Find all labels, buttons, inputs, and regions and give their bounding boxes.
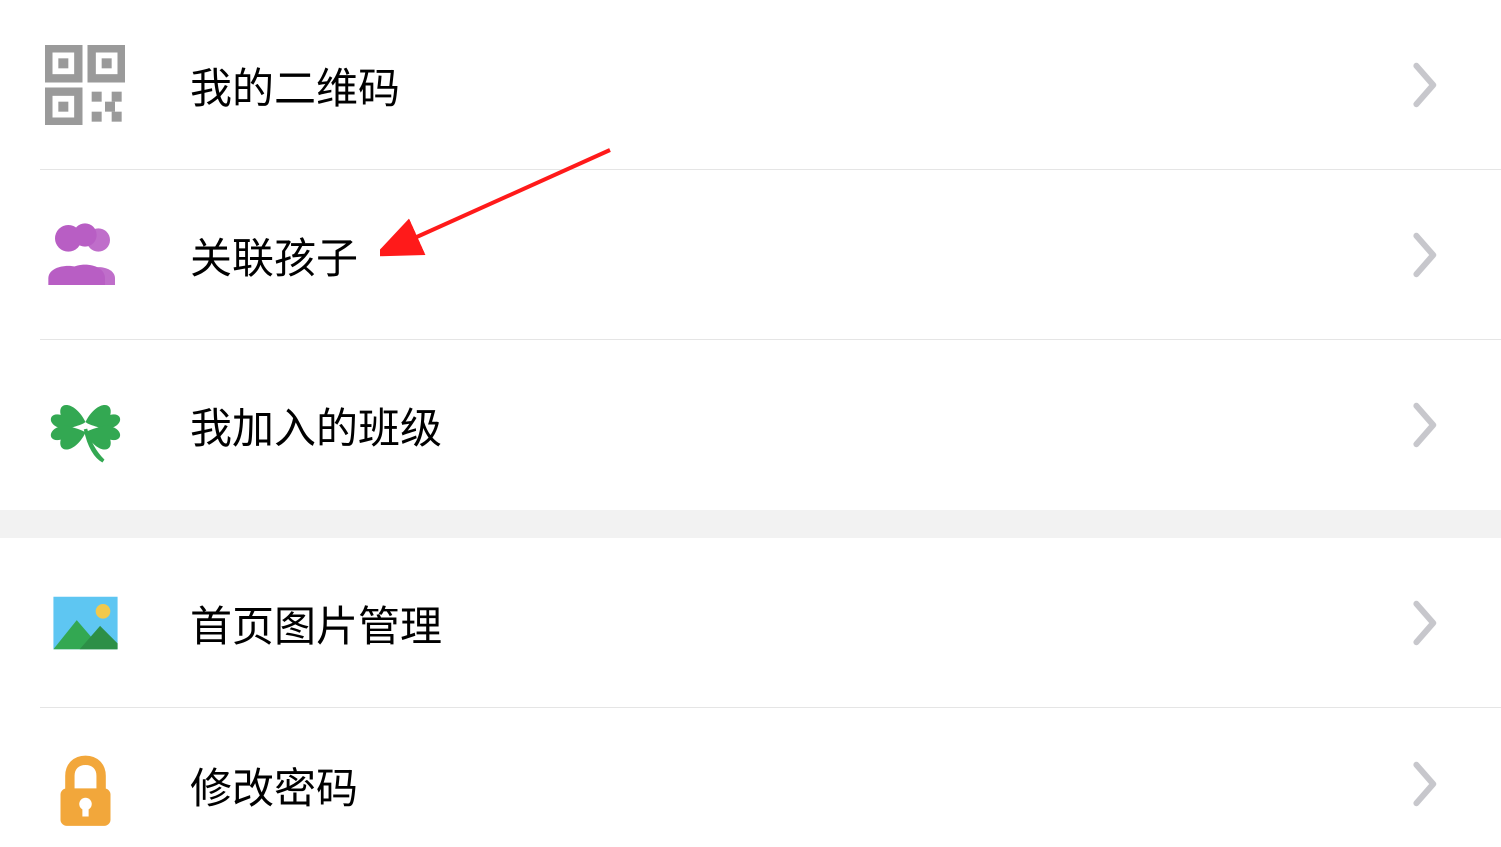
menu-item-qrcode[interactable]: 我的二维码 xyxy=(0,0,1501,170)
chevron-right-icon xyxy=(1411,401,1441,449)
menu-item-homepage-images[interactable]: 首页图片管理 xyxy=(0,538,1501,708)
people-icon xyxy=(40,210,130,300)
chevron-right-icon xyxy=(1411,760,1441,808)
menu-item-label: 修改密码 xyxy=(190,755,1411,816)
qrcode-icon xyxy=(40,40,130,130)
menu-item-label: 我加入的班级 xyxy=(190,395,1411,456)
picture-icon xyxy=(40,578,130,668)
chevron-right-icon xyxy=(1411,231,1441,279)
clover-icon xyxy=(40,380,130,470)
menu-item-classes[interactable]: 我加入的班级 xyxy=(0,340,1501,510)
chevron-right-icon xyxy=(1411,61,1441,109)
menu-item-label: 关联孩子 xyxy=(190,225,1411,286)
menu-item-label: 我的二维码 xyxy=(190,55,1411,116)
lock-icon xyxy=(40,746,130,828)
settings-list: 我的二维码 关联孩子 xyxy=(0,0,1501,828)
chevron-right-icon xyxy=(1411,599,1441,647)
menu-item-children[interactable]: 关联孩子 xyxy=(0,170,1501,340)
menu-item-label: 首页图片管理 xyxy=(190,593,1411,654)
section-separator xyxy=(0,510,1501,538)
menu-item-change-password[interactable]: 修改密码 xyxy=(0,708,1501,828)
